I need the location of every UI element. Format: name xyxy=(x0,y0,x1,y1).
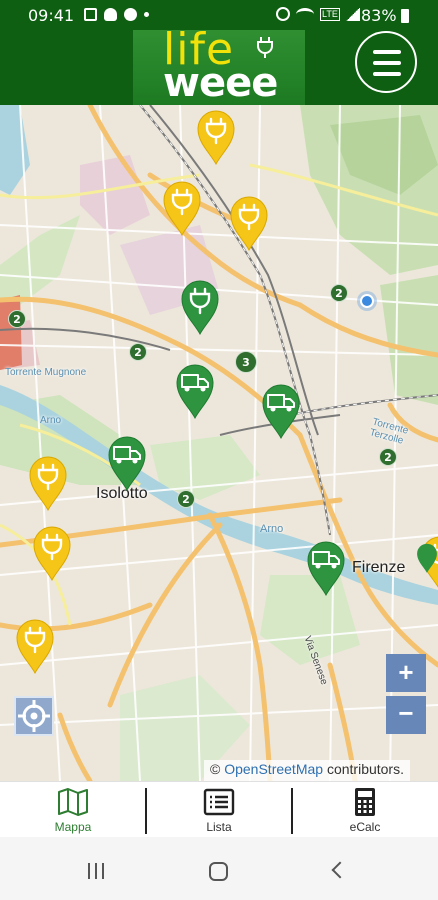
cluster-badge[interactable]: 2 xyxy=(177,490,195,508)
cluster-badge[interactable]: 2 xyxy=(8,310,26,328)
logo-text-weee: weee xyxy=(163,60,278,106)
notification-icon xyxy=(124,8,137,21)
back-button[interactable] xyxy=(331,861,349,879)
map-label-mugnone: Torrente Mugnone xyxy=(5,367,87,378)
app-header: life weee xyxy=(0,24,438,106)
crosshair-icon xyxy=(18,700,50,732)
hamburger-icon xyxy=(373,50,401,54)
nav-label: Mappa xyxy=(54,820,92,834)
copyright-symbol: © xyxy=(210,761,221,777)
signal-icon xyxy=(345,7,360,21)
pin-charging-point[interactable] xyxy=(229,195,269,251)
pin-charging-point[interactable] xyxy=(15,618,55,674)
home-button[interactable] xyxy=(209,862,228,881)
openstreetmap-link[interactable]: OpenStreetMap xyxy=(224,761,323,777)
map-label-firenze: Firenze xyxy=(352,559,406,576)
menu-button[interactable] xyxy=(355,31,417,93)
attribution-contributors: contributors. xyxy=(326,761,404,777)
cluster-badge[interactable]: 2 xyxy=(330,284,348,302)
list-icon xyxy=(203,788,235,816)
map-icon xyxy=(58,788,88,816)
pin-charging-point[interactable] xyxy=(28,455,68,511)
status-time: 09:41 xyxy=(28,6,75,25)
pin-charging-point[interactable] xyxy=(162,180,202,236)
nav-label: Lista xyxy=(206,820,232,834)
pin-charging-point[interactable] xyxy=(32,525,72,581)
app-logo[interactable]: life weee xyxy=(133,24,305,106)
nav-label: eCalc xyxy=(349,820,381,834)
wifi-icon xyxy=(296,7,314,21)
pin-collection-point-partial[interactable] xyxy=(416,541,438,575)
cluster-badge[interactable]: 3 xyxy=(235,351,257,373)
android-navigation-bar xyxy=(0,837,438,900)
pin-collection-truck[interactable] xyxy=(107,435,147,491)
battery-icon xyxy=(401,9,409,23)
hand-icon xyxy=(104,8,117,21)
map-label-arno-small: Arno xyxy=(40,415,62,426)
pin-collection-truck[interactable] xyxy=(175,363,215,419)
pin-charging-point[interactable] xyxy=(196,109,236,165)
battery-percentage: 83% xyxy=(361,6,397,25)
bottom-navigation: Mappa Lista eCalc xyxy=(0,781,438,837)
locate-me-button[interactable] xyxy=(14,696,54,736)
alarm-icon xyxy=(276,7,290,21)
zoom-in-button[interactable]: + xyxy=(386,654,426,692)
gallery-icon xyxy=(84,8,97,21)
map-attribution: © OpenStreetMap contributors. xyxy=(204,760,410,781)
cluster-badge[interactable]: 2 xyxy=(379,448,397,466)
pin-collection-truck[interactable] xyxy=(261,383,301,439)
system-icons: LTE xyxy=(276,7,360,21)
map-label-arno: Arno xyxy=(260,523,284,535)
user-location-dot xyxy=(360,294,374,308)
map-view[interactable]: Isolotto Firenze Arno Arno Torrente Mugn… xyxy=(0,105,438,781)
cluster-badge[interactable]: 2 xyxy=(129,343,147,361)
nav-tab-ecalc[interactable]: eCalc xyxy=(292,782,438,838)
plug-icon xyxy=(257,37,273,58)
pin-collection-truck[interactable] xyxy=(306,540,346,596)
lte-indicator: LTE xyxy=(320,7,340,21)
recent-apps-button[interactable] xyxy=(86,863,106,879)
map-tiles xyxy=(0,105,438,781)
calculator-icon xyxy=(355,788,375,816)
notification-icons xyxy=(84,8,149,21)
pin-green-charging-point[interactable] xyxy=(180,279,220,335)
zoom-out-button[interactable]: − xyxy=(386,696,426,734)
nav-tab-lista[interactable]: Lista xyxy=(146,782,292,838)
more-notifications-icon xyxy=(144,12,149,17)
nav-tab-mappa[interactable]: Mappa xyxy=(0,782,146,838)
